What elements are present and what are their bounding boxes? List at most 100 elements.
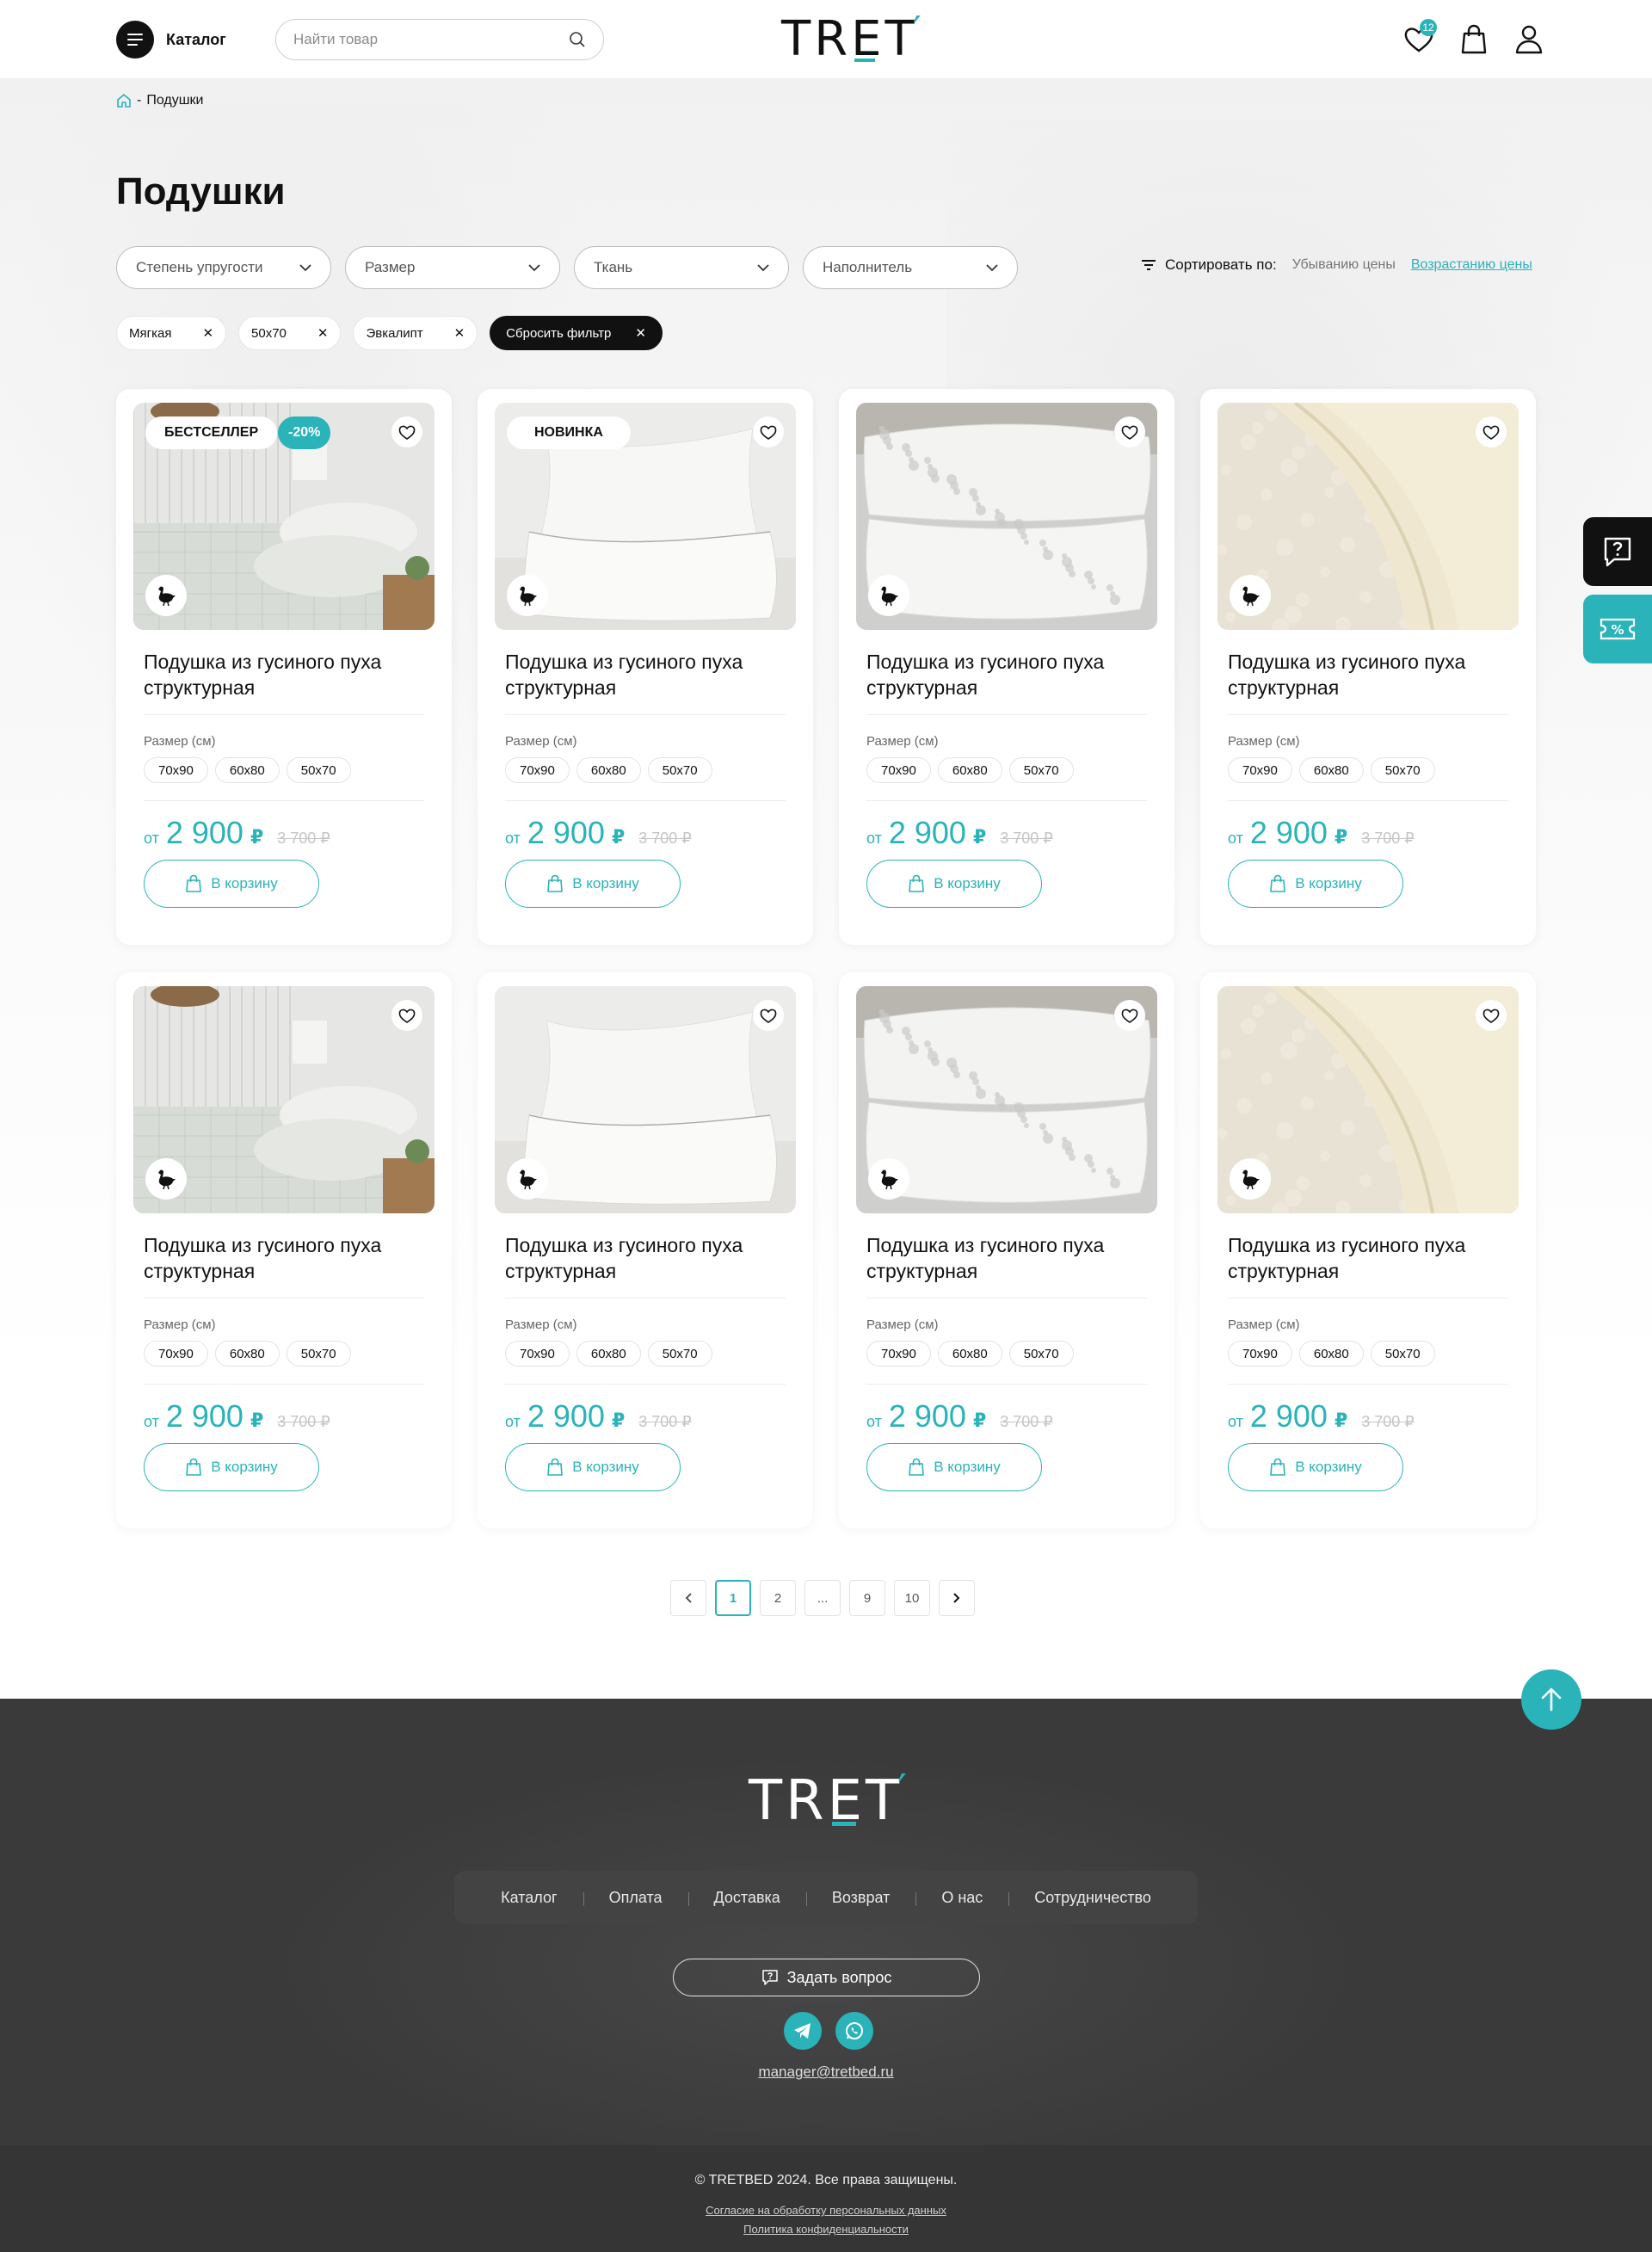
filter-firmness[interactable]: Степень упругости [116,246,331,289]
product-image[interactable]: НОВИНКА [495,403,796,630]
product-image[interactable]: БЕСТСЕЛЛЕР -20% [133,403,435,630]
product-name[interactable]: Подушка из гусиного пуха структурная [866,649,1147,702]
size-option[interactable]: 60x80 [1298,1341,1364,1367]
size-option[interactable]: 60x80 [576,1341,641,1367]
favorite-toggle[interactable] [1114,1000,1145,1031]
size-option[interactable]: 60x80 [214,1341,280,1367]
filter-fabric[interactable]: Ткань [574,246,789,289]
size-option[interactable]: 60x80 [937,1341,1002,1367]
footer-link-delivery[interactable]: Доставка [687,1889,806,1907]
product-name[interactable]: Подушка из гусиного пуха структурная [144,649,424,702]
contact-email-link[interactable]: manager@tretbed.ru [0,2064,1652,2081]
favorite-toggle[interactable] [753,416,784,447]
sort-option-asc[interactable]: Возрастанию цены [1411,257,1532,273]
product-card[interactable]: Подушка из гусиного пуха структурная Раз… [839,972,1174,1528]
add-to-cart-button[interactable]: В корзину [1228,860,1403,908]
add-to-cart-button[interactable]: В корзину [1228,1443,1403,1491]
favorite-toggle[interactable] [1476,1000,1507,1031]
catalog-button[interactable]: Каталог [116,21,226,59]
size-option[interactable]: 50x70 [286,757,351,783]
favorite-toggle[interactable] [753,1000,784,1031]
active-filter-chip[interactable]: 50x70 ✕ [238,316,342,350]
footer-link-about[interactable]: О нас [915,1889,1008,1907]
filter-size[interactable]: Размер [345,246,560,289]
close-icon[interactable]: ✕ [454,325,465,341]
search-input[interactable] [293,31,569,48]
size-option[interactable]: 50x70 [286,1341,351,1367]
product-name[interactable]: Подушка из гусиного пуха структурная [866,1232,1147,1286]
size-option[interactable]: 50x70 [1008,757,1074,783]
size-option[interactable]: 50x70 [647,1341,712,1367]
size-option[interactable]: 50x70 [1370,757,1435,783]
promo-side-button[interactable]: % [1583,595,1652,663]
size-option[interactable]: 70x90 [505,1341,570,1367]
add-to-cart-button[interactable]: В корзину [505,1443,681,1491]
size-option[interactable]: 70x90 [144,1341,208,1367]
footer-link-catalog[interactable]: Каталог [475,1889,583,1907]
size-option[interactable]: 60x80 [1298,757,1364,783]
product-image[interactable] [856,403,1157,630]
product-card[interactable]: Подушка из гусиного пуха структурная Раз… [478,972,813,1528]
help-side-button[interactable] [1583,517,1652,586]
size-option[interactable]: 70x90 [866,757,931,783]
size-option[interactable]: 70x90 [1228,757,1292,783]
product-name[interactable]: Подушка из гусиного пуха структурная [1228,649,1508,702]
favorite-toggle[interactable] [391,1000,422,1031]
filter-filling[interactable]: Наполнитель [803,246,1018,289]
product-image[interactable] [1217,986,1519,1213]
product-card[interactable]: Подушка из гусиного пуха структурная Раз… [1200,389,1536,945]
pagination-page[interactable]: 10 [894,1580,930,1616]
pagination-next[interactable] [939,1580,975,1616]
size-option[interactable]: 60x80 [576,757,641,783]
add-to-cart-button[interactable]: В корзину [144,860,319,908]
favorite-toggle[interactable] [1476,416,1507,447]
reset-filter-button[interactable]: Сбросить фильтр ✕ [490,316,663,350]
size-option[interactable]: 70x90 [505,757,570,783]
close-icon[interactable]: ✕ [317,325,329,341]
size-option[interactable]: 50x70 [1008,1341,1074,1367]
scroll-to-top-button[interactable] [1521,1669,1581,1730]
pagination-page[interactable]: ... [804,1580,841,1616]
favorite-toggle[interactable] [1114,416,1145,447]
size-option[interactable]: 70x90 [1228,1341,1292,1367]
size-option[interactable]: 70x90 [866,1341,931,1367]
sort-option-desc[interactable]: Убыванию цены [1292,257,1396,273]
product-name[interactable]: Подушка из гусиного пуха структурная [505,649,786,702]
size-option[interactable]: 60x80 [937,757,1002,783]
size-option[interactable]: 50x70 [1370,1341,1435,1367]
product-name[interactable]: Подушка из гусиного пуха структурная [144,1232,424,1286]
size-option[interactable]: 70x90 [144,757,208,783]
pagination-page[interactable]: 9 [849,1580,885,1616]
add-to-cart-button[interactable]: В корзину [866,1443,1042,1491]
product-image[interactable] [1217,403,1519,630]
footer-link-returns[interactable]: Возврат [805,1889,916,1907]
pagination-prev[interactable] [670,1580,706,1616]
add-to-cart-button[interactable]: В корзину [505,860,681,908]
product-card[interactable]: Подушка из гусиного пуха структурная Раз… [116,972,452,1528]
product-card[interactable]: НОВИНКА Подушка из гусиного пуха структу… [478,389,813,945]
footer-logo[interactable]: TRET′ [749,1766,915,1833]
active-filter-chip[interactable]: Эвкалипт ✕ [353,316,478,350]
pagination-page[interactable]: 1 [715,1580,751,1616]
favorite-toggle[interactable] [391,416,422,447]
search-icon[interactable] [569,31,586,48]
product-image[interactable] [133,986,435,1213]
active-filter-chip[interactable]: Мягкая ✕ [116,316,227,350]
privacy-link[interactable]: Политика конфиденциальности [0,2223,1652,2236]
consent-link[interactable]: Согласие на обработку персональных данны… [0,2204,1652,2217]
product-name[interactable]: Подушка из гусиного пуха структурная [1228,1232,1508,1286]
product-name[interactable]: Подушка из гусиного пуха структурная [505,1232,786,1286]
product-image[interactable] [856,986,1157,1213]
product-card[interactable]: Подушка из гусиного пуха структурная Раз… [839,389,1174,945]
cart-button[interactable] [1458,22,1490,57]
add-to-cart-button[interactable]: В корзину [144,1443,319,1491]
footer-link-partnership[interactable]: Сотрудничество [1008,1889,1177,1907]
size-option[interactable]: 50x70 [647,757,712,783]
product-card[interactable]: БЕСТСЕЛЛЕР -20% Подушка из гусиного пуха … [116,389,452,945]
telegram-icon[interactable] [784,2012,822,2050]
home-icon[interactable] [116,93,132,108]
pagination-page[interactable]: 2 [760,1580,796,1616]
site-logo[interactable]: TRET′ [781,9,930,71]
size-option[interactable]: 60x80 [214,757,280,783]
favorites-button[interactable]: 12 [1402,19,1437,57]
